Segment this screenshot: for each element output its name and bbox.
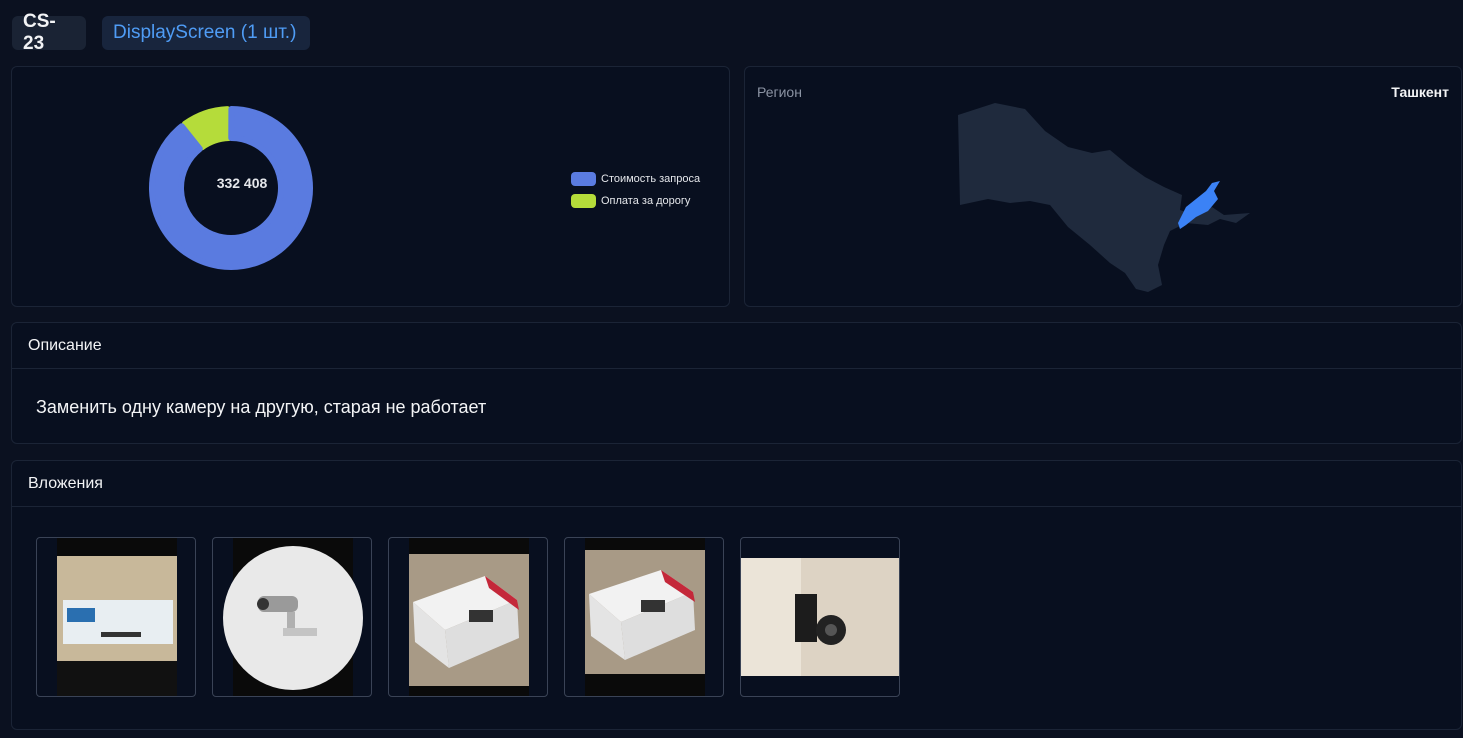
cost-chart-card: 332 408 Стоимость запроса Оплата за доро… bbox=[11, 66, 730, 307]
legend-item-road-payment[interactable]: Оплата за дорогу bbox=[571, 190, 700, 212]
device-badge[interactable]: DisplayScreen (1 шт.) bbox=[102, 16, 310, 50]
description-card: Описание Заменить одну камеру на другую,… bbox=[11, 322, 1462, 444]
region-card: Регион Ташкент bbox=[744, 66, 1462, 307]
page: CS-23 DisplayScreen (1 шт.) 332 408 Стои… bbox=[0, 0, 1463, 738]
legend-label: Оплата за дорогу bbox=[601, 195, 691, 207]
description-text: Заменить одну камеру на другую, старая н… bbox=[36, 397, 487, 417]
legend-label: Стоимость запроса bbox=[601, 173, 701, 185]
attachment-thumbnail-2[interactable] bbox=[212, 537, 372, 697]
dome-camera-photo-icon bbox=[741, 558, 899, 676]
camera-box-photo-icon bbox=[409, 538, 529, 696]
legend-swatch bbox=[571, 194, 596, 208]
camera-box-photo-icon bbox=[57, 538, 177, 696]
uzbekistan-map bbox=[958, 103, 1250, 292]
region-value: Ташкент bbox=[1391, 84, 1449, 100]
camera-box-photo-icon bbox=[585, 538, 705, 696]
description-header: Описание bbox=[12, 323, 1461, 369]
attachment-thumbnail-5[interactable] bbox=[740, 537, 900, 697]
attachment-thumbnail-4[interactable] bbox=[564, 537, 724, 697]
attachment-thumbnail-3[interactable] bbox=[388, 537, 548, 697]
attachment-thumbnail-1[interactable] bbox=[36, 537, 196, 697]
ticket-id-badge: CS-23 bbox=[12, 11, 86, 54]
bullet-camera-photo-icon bbox=[223, 538, 363, 696]
attachments-list bbox=[36, 537, 900, 697]
region-label: Регион bbox=[757, 84, 802, 100]
legend-item-request-cost[interactable]: Стоимость запроса bbox=[571, 168, 700, 190]
chart-legend: Стоимость запроса Оплата за дорогу bbox=[571, 168, 700, 212]
legend-swatch bbox=[571, 172, 596, 186]
attachments-card: Вложения bbox=[11, 460, 1462, 730]
attachments-header: Вложения bbox=[12, 461, 1461, 507]
chart-total-label: 332 408 bbox=[216, 175, 268, 191]
